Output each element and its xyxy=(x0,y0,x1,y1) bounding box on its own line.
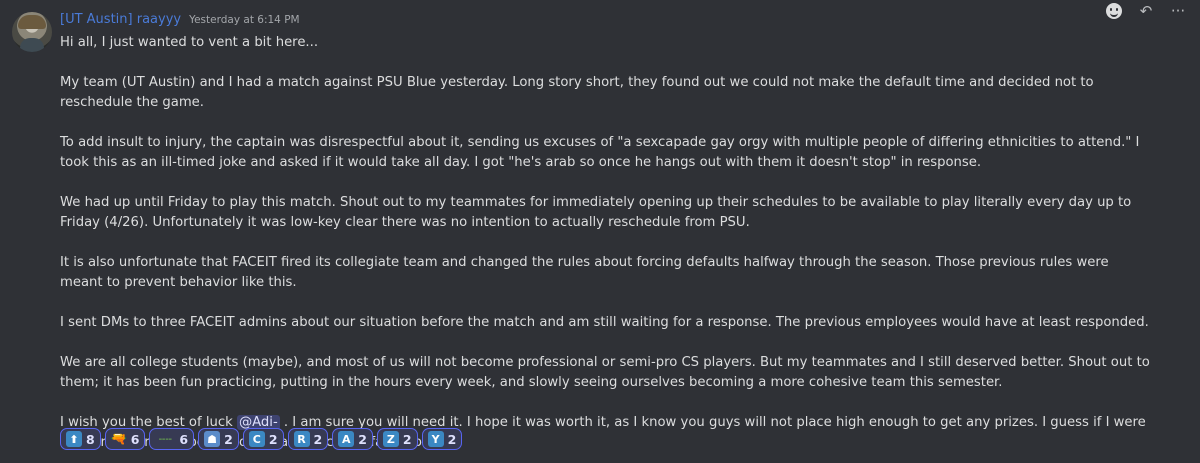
reaction-letter-a[interactable]: A 2 xyxy=(332,428,373,450)
letter-a-icon: A xyxy=(338,431,355,447)
reaction-person[interactable]: ☗ 2 xyxy=(198,428,239,450)
chat-message: [UT Austin] raayyy Yesterday at 6:14 PM … xyxy=(0,0,1200,463)
reactions-bar: ⬆ 8 🔫 6 ╌╌ 6 ☗ 2 C 2 R 2 A 2 Z 2 Y 2 xyxy=(60,428,463,450)
message-paragraph: My team (UT Austin) and I had a match ag… xyxy=(60,75,1094,110)
letter-c-icon: C xyxy=(248,431,265,447)
reaction-count: 2 xyxy=(224,431,233,447)
reaction-letter-c[interactable]: C 2 xyxy=(242,428,284,450)
reply-icon[interactable]: ↶ xyxy=(1135,0,1157,22)
reaction-letter-z[interactable]: Z 2 xyxy=(376,428,418,450)
message-paragraph: To add insult to injury, the captain was… xyxy=(60,135,1140,170)
reaction-count: 2 xyxy=(313,431,323,447)
reaction-gun[interactable]: 🔫 6 xyxy=(104,428,146,450)
reaction-count: 2 xyxy=(447,431,457,447)
person-icon: ☗ xyxy=(204,431,221,447)
reaction-count: 6 xyxy=(130,431,140,447)
reaction-letter-y[interactable]: Y 2 xyxy=(421,428,463,450)
message-toolbar: ↶ ··· xyxy=(1098,0,1194,22)
reaction-letter-r[interactable]: R 2 xyxy=(287,428,329,450)
reaction-count: 8 xyxy=(86,431,95,447)
gun-icon: 🔫 xyxy=(110,431,127,447)
message-paragraph: Hi all, I just wanted to vent a bit here… xyxy=(60,35,319,50)
message-content: Hi all, I just wanted to vent a bit here… xyxy=(60,33,1150,453)
author-name[interactable]: [UT Austin] raayyy xyxy=(60,12,181,27)
avatar-hair xyxy=(18,15,46,29)
reaction-count: 6 xyxy=(179,431,189,447)
dash-icon: ╌╌ xyxy=(158,432,173,446)
add-reaction-icon[interactable] xyxy=(1103,0,1125,22)
message-paragraph: I sent DMs to three FACEIT admins about … xyxy=(60,315,1149,330)
letter-r-icon: R xyxy=(293,431,310,447)
more-icon[interactable]: ··· xyxy=(1167,0,1189,22)
reaction-dash[interactable]: ╌╌ 6 xyxy=(149,428,195,450)
reaction-arrow-up[interactable]: ⬆ 8 xyxy=(60,428,101,450)
message-paragraph: It is also unfortunate that FACEIT fired… xyxy=(60,255,1109,290)
reaction-count: 2 xyxy=(358,431,367,447)
message-timestamp[interactable]: Yesterday at 6:14 PM xyxy=(189,14,300,26)
letter-y-icon: Y xyxy=(427,431,444,447)
reaction-count: 2 xyxy=(402,431,412,447)
avatar[interactable] xyxy=(12,12,52,52)
avatar-body xyxy=(20,38,44,52)
arrow-up-icon: ⬆ xyxy=(66,431,82,447)
message-paragraph: We are all college students (maybe), and… xyxy=(60,355,1150,390)
reaction-count: 2 xyxy=(268,431,278,447)
message-paragraph: We had up until Friday to play this matc… xyxy=(60,195,1132,230)
message-header: [UT Austin] raayyy Yesterday at 6:14 PM xyxy=(60,12,300,32)
letter-z-icon: Z xyxy=(382,431,399,447)
